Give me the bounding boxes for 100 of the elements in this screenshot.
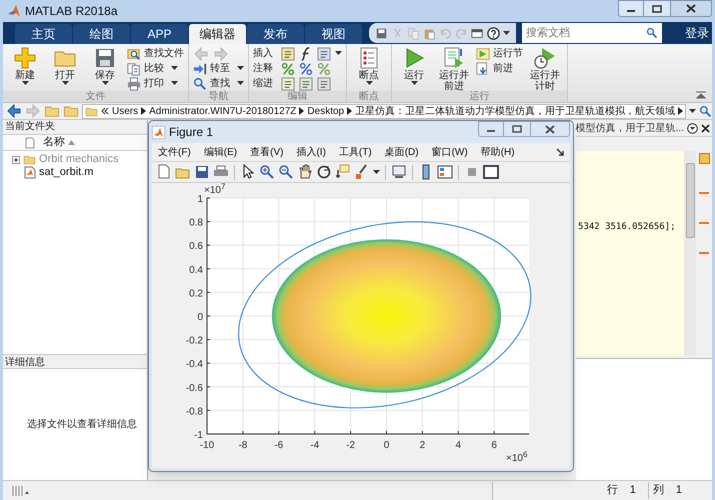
new-document-icon: [156, 164, 172, 180]
caret-icon: [503, 30, 510, 36]
column-header[interactable]: 名称: [43, 134, 65, 151]
toolbar-button[interactable]: [194, 164, 210, 180]
address-field[interactable]: Users Administrator.WIN7U-20180127Z Desktop 卫星仿真：卫星二体轨道动力学模型仿真，用于卫星轨道模拟，航天领域: [82, 104, 686, 118]
ribbon-icon-button[interactable]: [317, 76, 331, 90]
ribbon-tab[interactable]: 发布: [247, 24, 304, 44]
toolbar-button[interactable]: [297, 164, 313, 180]
path-segment[interactable]: Users: [112, 104, 138, 118]
x-tick-label: -2: [346, 440, 356, 451]
collapse-ribbon-icon[interactable]: [696, 91, 706, 99]
close-button[interactable]: [670, 0, 712, 17]
close-button[interactable]: [530, 121, 570, 137]
search-field[interactable]: 搜索文档: [522, 23, 662, 43]
rotate-icon: [316, 164, 332, 180]
ribbon-icon-button[interactable]: [317, 46, 331, 60]
ribbon-button[interactable]: 新建: [7, 46, 43, 90]
menu-item[interactable]: 查看(V): [250, 144, 284, 160]
chevron-right-icon: [141, 107, 146, 115]
menu-item[interactable]: 编辑(E): [204, 144, 238, 160]
dock-arrow-icon[interactable]: [556, 148, 564, 156]
ribbon-tab[interactable]: 绘图: [73, 24, 130, 44]
y-tick-label: -0.8: [186, 406, 203, 418]
ribbon-icon-button[interactable]: [281, 76, 295, 90]
path-segment[interactable]: Administrator.WIN7U-20180127Z: [149, 104, 296, 118]
ribbon-button[interactable]: 打开: [47, 46, 83, 90]
menu-item[interactable]: 桌面(D): [384, 144, 419, 160]
close-icon: [545, 124, 555, 134]
minimize-button[interactable]: [478, 121, 504, 137]
search-icon: [646, 27, 658, 39]
group-label: 运行: [392, 91, 567, 102]
ribbon-icon-button[interactable]: [281, 46, 295, 60]
back-button[interactable]: [6, 103, 22, 119]
restore-button[interactable]: [644, 0, 670, 17]
scrollbar-thumb[interactable]: [686, 163, 694, 238]
help-icon[interactable]: [487, 26, 500, 40]
ribbon-button[interactable]: 断点: [351, 46, 387, 90]
search-button[interactable]: [699, 104, 712, 118]
y-tick-label: 1: [197, 194, 203, 205]
sign-in-link[interactable]: 登录: [685, 24, 709, 42]
ribbon-button[interactable]: 运行节: [476, 46, 523, 61]
menu-item[interactable]: 窗口(W): [432, 144, 468, 160]
caret-icon: [171, 81, 178, 86]
windows-icon[interactable]: [471, 26, 484, 40]
toolbar-button[interactable]: [483, 164, 499, 180]
clipboard-icon[interactable]: [423, 26, 436, 40]
ribbon-button[interactable]: 查找: [193, 76, 244, 91]
editor-tab[interactable]: 模型仿真，用于卫星轨...: [576, 120, 684, 136]
arrow-to-line-icon: [193, 62, 207, 76]
ribbon-button[interactable]: 运行: [396, 46, 432, 90]
scrollbar[interactable]: [684, 151, 696, 356]
restore-button[interactable]: [504, 121, 530, 137]
menu-item[interactable]: 帮助(H): [480, 144, 515, 160]
row-label: 插入: [253, 46, 274, 61]
x-tick-label: -4: [310, 440, 320, 451]
x-tick-label: -6: [274, 440, 284, 451]
status-label: 行: [606, 483, 618, 498]
dropdown-circle-icon[interactable]: [687, 122, 698, 134]
expand-icon[interactable]: [12, 156, 20, 164]
toolbar-button[interactable]: [316, 164, 332, 180]
menu-item[interactable]: 工具(T): [338, 144, 372, 160]
hand-icon: [297, 164, 313, 180]
caret-icon: [335, 51, 342, 56]
menu-item[interactable]: 文件(F): [158, 144, 191, 160]
ribbon-button[interactable]: 查找文件: [127, 46, 184, 61]
panel-title: 当前文件夹: [3, 120, 147, 134]
toolbar-button[interactable]: [335, 164, 351, 180]
group-label: 导航: [189, 91, 248, 102]
path-segment[interactable]: 卫星仿真：卫星二体轨道动力学模型仿真，用于卫星轨道模拟，航天领域: [355, 104, 676, 118]
chevron-right-icon: [678, 107, 684, 115]
toolbar-button[interactable]: [391, 164, 407, 180]
ribbon-button[interactable]: 运行并前进: [436, 46, 472, 90]
toolbar-button[interactable]: [437, 164, 453, 180]
ribbon-button[interactable]: 转至: [193, 61, 244, 76]
y-tick-label: 0: [197, 312, 203, 323]
ribbon-button[interactable]: 运行并计时: [527, 46, 563, 90]
status-square-icon: [698, 153, 710, 164]
ribbon-icon-button[interactable]: [299, 76, 313, 90]
x-tick-label: 4: [456, 440, 462, 451]
ribbon-tab[interactable]: APP: [131, 24, 188, 44]
ribbon-button[interactable]: 比较: [127, 61, 184, 76]
ribbon-button[interactable]: 保存: [87, 46, 123, 90]
y-tick-label: 0.8: [189, 218, 203, 229]
group-label: 断点: [347, 91, 391, 102]
ribbon-tab[interactable]: 主页: [15, 24, 72, 44]
details-message: 选择文件以查看详细信息: [27, 418, 137, 432]
grip-icon[interactable]: [11, 486, 29, 496]
warning-marker-icon: [699, 252, 709, 254]
menu-item[interactable]: 插入(I): [296, 144, 326, 160]
path-segment[interactable]: Desktop: [307, 104, 344, 118]
code-editor[interactable]: 5342 3516.052656];: [576, 151, 684, 356]
close-icon[interactable]: [701, 124, 710, 132]
caret-icon: [366, 81, 372, 86]
ribbon-tab[interactable]: 编辑器: [189, 24, 246, 44]
ribbon-tab[interactable]: 视图: [305, 24, 362, 44]
ribbon-button[interactable]: 打印: [127, 76, 184, 91]
figure-window[interactable]: Figure 1 文件(F) 编辑(E) 查看(V) 插入(I) 工具(T) 桌面(D) 窗口(W) 帮助(H) -1 -0.8 -0.6 -0.4 -0.2 0 0.2 0.4 0.6 0.8 1 -10 -8 -6 -4 -2 0 2 4 6 ×10$^{7}$ ×10$^{6}$: [148, 120, 574, 472]
ribbon-button[interactable]: 前进: [476, 61, 523, 76]
minimize-button[interactable]: [618, 0, 644, 17]
y-tick-label: 0.2: [189, 288, 203, 300]
